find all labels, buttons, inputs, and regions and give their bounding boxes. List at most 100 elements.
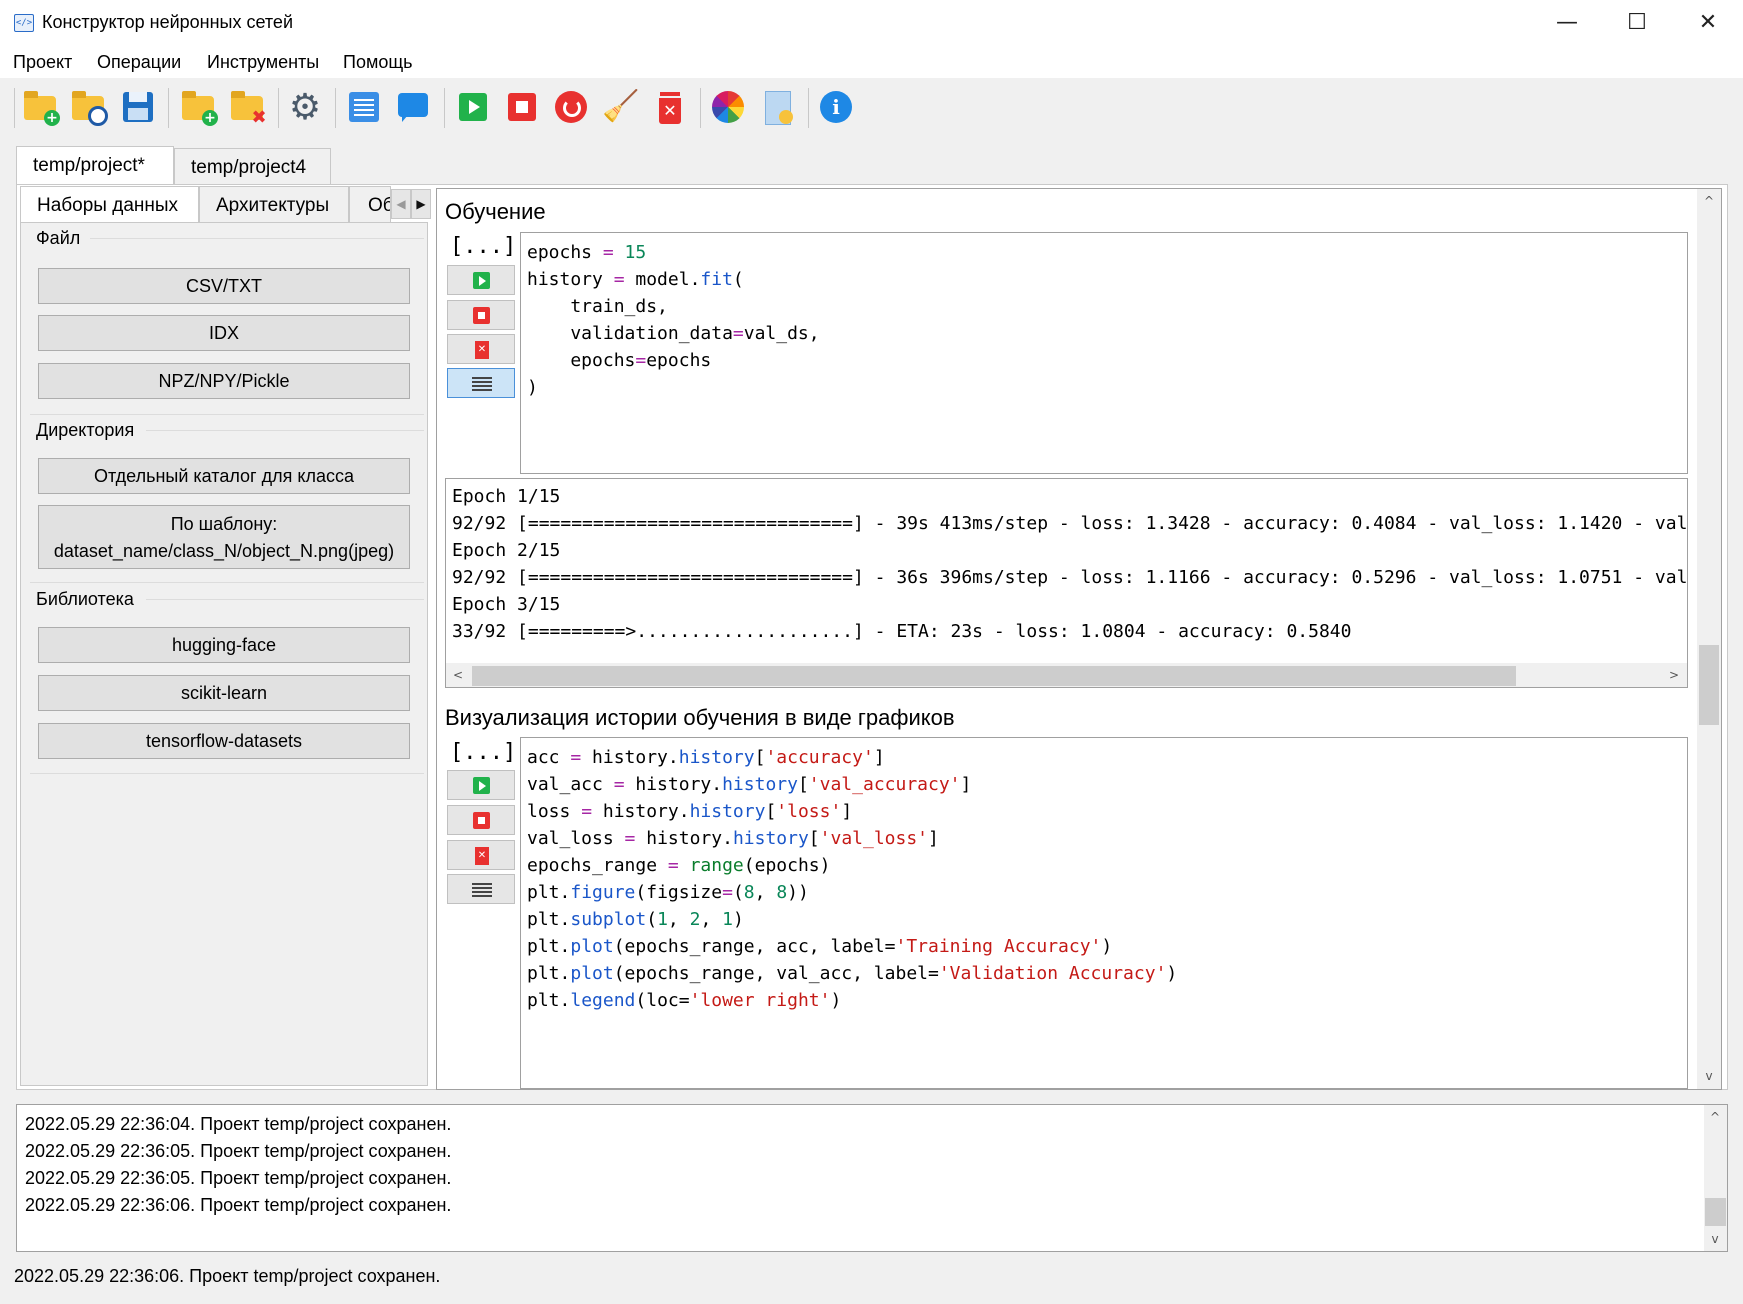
cell-run-button[interactable] [447,265,515,295]
code-line: loss = history.history['loss'] [527,801,853,822]
cell-run-button[interactable] [447,770,515,800]
cell-marker: [...] [450,234,517,259]
scroll-left-arrow[interactable]: < [448,665,468,685]
output-line: Epoch 2/15 [452,540,561,561]
code-line: ) [527,377,538,398]
cell-delete-button[interactable]: ✕ [447,840,515,870]
log-line: 2022.05.29 22:36:04. Проект temp/project… [25,1114,452,1134]
code-line: plt.subplot(1, 2, 1) [527,909,744,930]
code-line: plt.figure(figsize=(8, 8)) [527,882,809,903]
notebook-vscroll-thumb[interactable] [1699,645,1719,725]
group-divider [146,430,424,431]
code-line: epochs = 15 [527,242,647,263]
toolbar-grip [14,88,15,128]
comment-icon[interactable] [394,88,432,126]
folder-search-icon[interactable] [70,88,108,126]
menu-project[interactable]: Проект [13,52,72,73]
toolbar-separator [700,88,701,128]
class-folder-button[interactable]: Отдельный каталог для класса [38,458,410,494]
scroll-right-arrow[interactable]: > [1664,665,1684,685]
toolbar-separator [335,88,336,128]
document-export-icon[interactable] [759,88,797,126]
log-line: 2022.05.29 22:36:05. Проект temp/project… [25,1168,452,1188]
tab-datasets[interactable]: Наборы данных [20,186,199,222]
toolbar-separator [808,88,809,128]
maximize-button[interactable]: ☐ [1602,0,1672,46]
minimize-button[interactable]: — [1532,0,1602,46]
output-line: 92/92 [==============================] -… [452,567,1688,588]
code-line: epochs=epochs [527,350,712,371]
code-line: plt.legend(loc='lower right') [527,990,842,1011]
cell-output-toggle-button[interactable] [447,368,515,398]
restart-icon[interactable] [552,88,590,126]
template-path-button[interactable]: По шаблону: dataset_name/class_N/object_… [38,505,410,569]
cell-stop-button[interactable] [447,300,515,330]
scikit-learn-button[interactable]: scikit-learn [38,675,410,711]
cell-marker: [...] [450,740,517,765]
window-title: Конструктор нейронных сетей [42,12,293,32]
cell-stop-button[interactable] [447,805,515,835]
toolbar-separator [168,88,169,128]
tab-project4[interactable]: temp/project4 [174,148,331,184]
code-line: acc = history.history['accuracy'] [527,747,885,768]
cell-title-training: Обучение [445,199,546,224]
tab-scroll-left[interactable]: ◀ [391,189,411,219]
cell-title-visualization: Визуализация истории обучения в виде гра… [445,705,955,730]
code-line: epochs_range = range(epochs) [527,855,831,876]
csv-txt-button[interactable]: CSV/TXT [38,268,410,304]
play-icon[interactable] [454,88,492,126]
folder-remove-icon[interactable]: ✖ [229,88,267,127]
tab-architectures[interactable]: Архитектуры [199,186,349,222]
log-scroll-up-arrow[interactable]: ^ [1705,1107,1725,1127]
cell-delete-button[interactable]: ✕ [447,334,515,364]
menu-operations[interactable]: Операции [97,52,181,73]
idx-button[interactable]: IDX [38,315,410,351]
code-line: validation_data=val_ds, [527,323,820,344]
npz-npy-pickle-button[interactable]: NPZ/NPY/Pickle [38,363,410,399]
group-divider [30,414,424,415]
folder-plus-icon[interactable]: + [22,88,60,126]
output-hscroll-thumb[interactable] [472,666,1516,686]
menu-tools[interactable]: Инструменты [207,52,319,73]
log-line: 2022.05.29 22:36:05. Проект temp/project… [25,1141,452,1161]
tab-scroll-right[interactable]: ▶ [411,189,431,219]
tab-project[interactable]: temp/project* [16,146,174,184]
delete-icon[interactable]: ✕ [651,88,689,126]
stop-icon[interactable] [503,88,541,126]
close-button[interactable]: ✕ [1673,0,1743,46]
tab-training[interactable]: Об [349,186,391,222]
floppy-icon[interactable] [119,88,157,126]
menu-help[interactable]: Помощь [343,52,413,73]
scroll-up-arrow[interactable]: ^ [1699,191,1719,211]
cell-output-training[interactable]: Epoch 1/15 92/92 [=======================… [445,478,1688,688]
log-panel[interactable]: 2022.05.29 22:36:04. Проект temp/project… [16,1104,1728,1252]
output-line: 33/92 [=========>....................] -… [452,621,1352,642]
toolbar-separator [278,88,279,128]
palette-icon[interactable] [709,88,747,126]
app-icon: </> [14,14,34,32]
group-divider [146,599,424,600]
output-line: Epoch 3/15 [452,594,561,615]
gear-icon[interactable]: ⚙ [286,88,324,126]
scroll-down-arrow[interactable]: v [1699,1066,1719,1086]
log-scroll-down-arrow[interactable]: v [1705,1229,1725,1249]
output-line: Epoch 1/15 [452,486,561,507]
code-line: plt.plot(epochs_range, val_acc, label='V… [527,963,1178,984]
group-divider [30,582,424,583]
code-line: history = model.fit( [527,269,744,290]
log-line: 2022.05.29 22:36:06. Проект temp/project… [25,1195,452,1215]
code-line: val_loss = history.history['val_loss'] [527,828,939,849]
tensorflow-datasets-button[interactable]: tensorflow-datasets [38,723,410,759]
code-editor-visualization[interactable]: acc = history.history['accuracy'] val_acc… [520,737,1688,1089]
log-vscroll-thumb[interactable] [1705,1198,1726,1226]
cell-output-toggle-button[interactable] [447,874,515,904]
info-icon[interactable]: i [817,88,855,126]
code-editor-training[interactable]: epochs = 15 history = model.fit( train_ds… [520,232,1688,474]
broom-icon[interactable]: 🧹 [602,88,640,126]
notebook-vscrollbar[interactable] [1697,189,1721,1089]
code-line: train_ds, [527,296,668,317]
folder-add-icon[interactable]: + [180,88,218,126]
text-icon[interactable] [345,88,383,126]
group-directory-label: Директория [36,420,135,440]
hugging-face-button[interactable]: hugging-face [38,627,410,663]
